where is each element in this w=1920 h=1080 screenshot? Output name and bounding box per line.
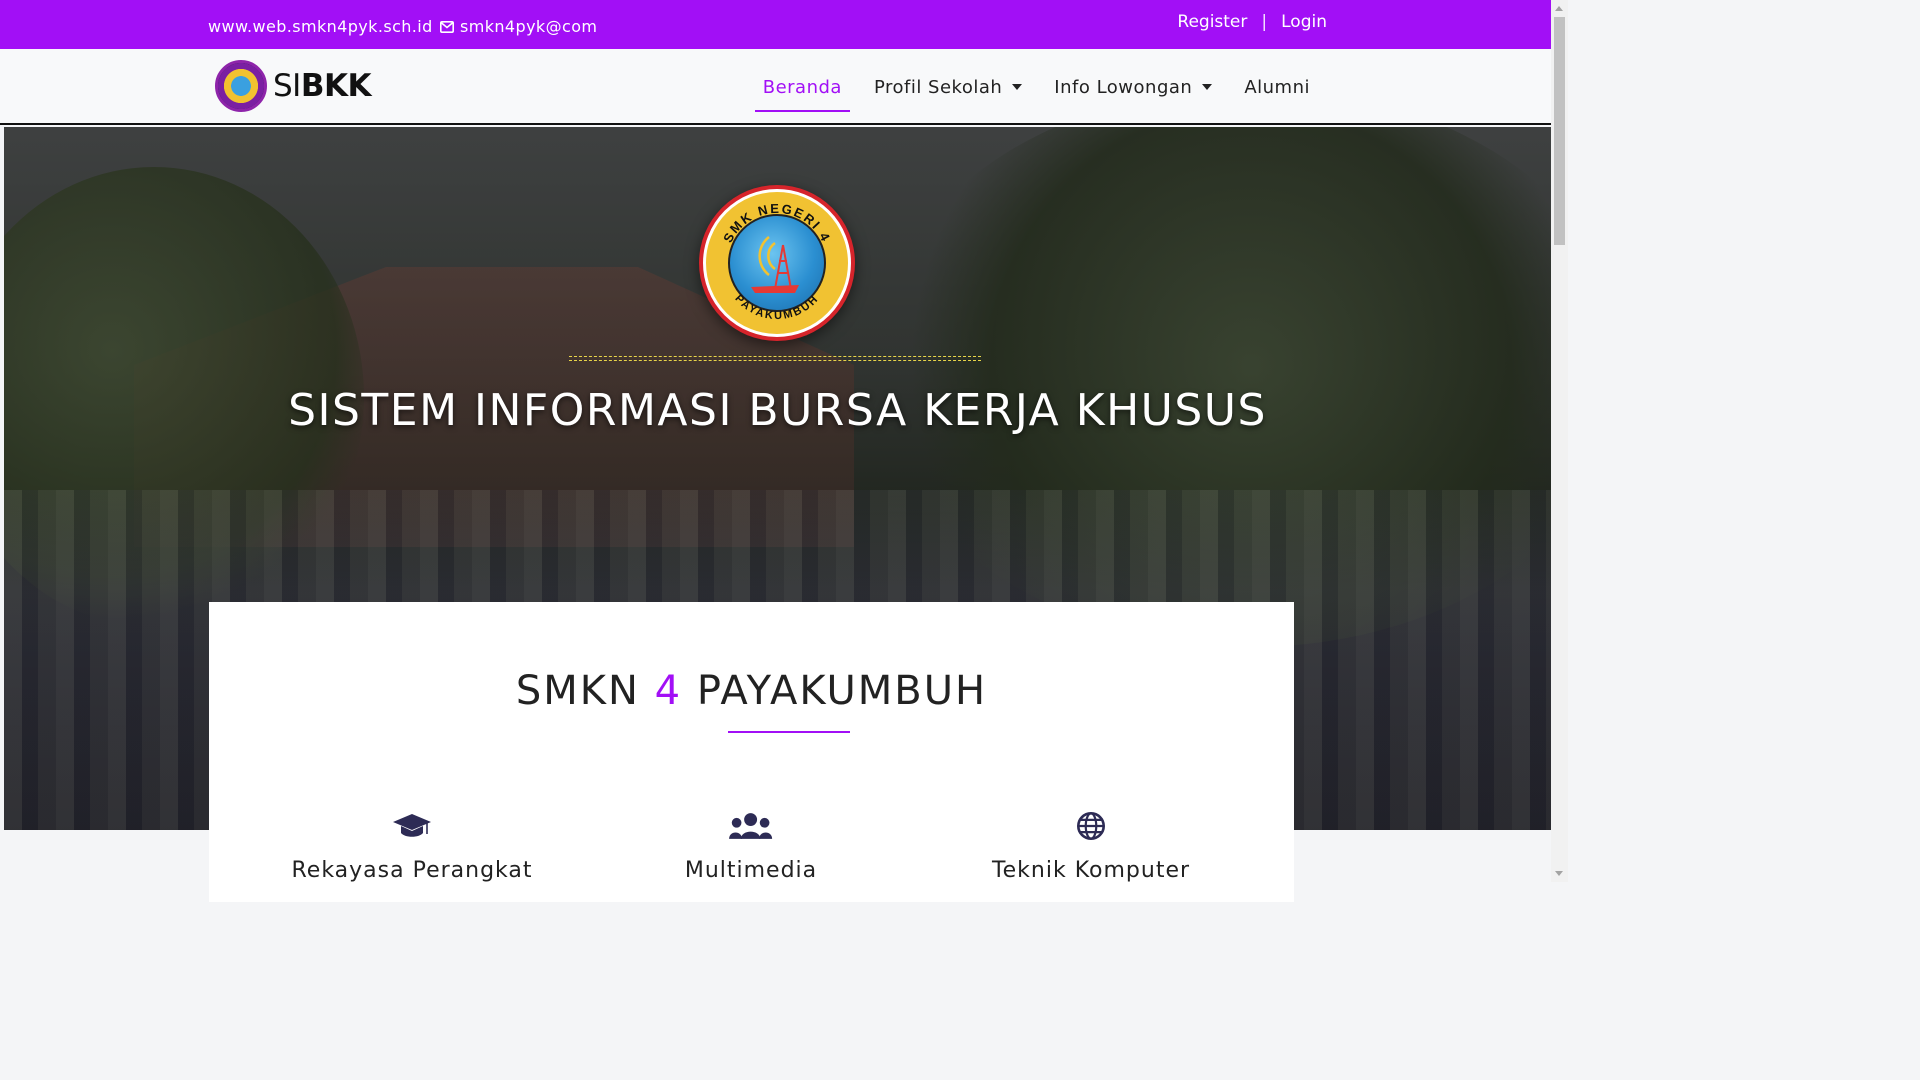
svg-text:SMK NEGERI 4: SMK NEGERI 4: [720, 201, 834, 245]
section-underline: [728, 731, 850, 733]
nav-label: Beranda: [762, 76, 842, 98]
scroll-up-arrow-icon[interactable]: [1555, 6, 1563, 11]
school-info-card: SMKN 4 PAYAKUMBUH Rekayasa Perangkat Mul…: [209, 602, 1294, 902]
feature-teknik-komputer: Teknik Komputer: [941, 810, 1241, 883]
section-title: SMKN 4 PAYAKUMBUH: [209, 668, 1294, 714]
main-navbar: SIBKK Beranda Profil Sekolah Info Lowong…: [0, 49, 1551, 125]
email-text: smkn4pyk@com: [460, 17, 598, 36]
feature-label: Rekayasa Perangkat: [291, 858, 533, 883]
hero-title: SISTEM INFORMASI BURSA KERJA KHUSUS: [288, 385, 1267, 436]
school-logo-icon: [215, 60, 267, 112]
brand-text: SIBKK: [273, 68, 372, 104]
users-icon: [601, 810, 901, 842]
nav-item-profil-sekolah[interactable]: Profil Sekolah: [866, 63, 1030, 112]
hero-school-emblem: SMK NEGERI 4 PAYAKUMBUH: [699, 185, 855, 341]
page-scrollbar[interactable]: [1551, 0, 1568, 882]
top-contact-bar: www.web.smkn4pyk.sch.id smkn4pyk@com Reg…: [0, 0, 1551, 49]
caret-down-icon: [1202, 84, 1213, 90]
auth-links: Register | Login: [1177, 12, 1327, 32]
section-title-after: PAYAKUMBUH: [696, 668, 988, 714]
nav-label: Alumni: [1244, 76, 1310, 98]
nav-label: Info Lowongan: [1054, 76, 1193, 98]
scrollbar-thumb[interactable]: [1554, 17, 1565, 245]
scroll-down-arrow-icon[interactable]: [1555, 871, 1563, 876]
email-link[interactable]: smkn4pyk@com: [440, 17, 597, 36]
website-link[interactable]: www.web.smkn4pyk.sch.id: [208, 17, 433, 36]
nav-menu: Beranda Profil Sekolah Info Lowongan Alu…: [754, 49, 1318, 125]
emblem-lettering: SMK NEGERI 4 PAYAKUMBUH: [720, 201, 834, 323]
caret-down-icon: [1012, 84, 1023, 90]
brand-home-link[interactable]: SIBKK: [215, 60, 372, 112]
brand-prefix: SI: [273, 68, 301, 104]
feature-rekayasa-perangkat: Rekayasa Perangkat: [262, 810, 562, 883]
graduation-cap-icon: [262, 810, 562, 842]
nav-item-info-lowongan[interactable]: Info Lowongan: [1046, 63, 1220, 112]
feature-label: Multimedia: [684, 858, 818, 883]
feature-multimedia: Multimedia: [601, 810, 901, 883]
section-title-before: SMKN: [515, 668, 640, 714]
auth-separator: |: [1261, 12, 1268, 32]
feature-label: Teknik Komputer: [991, 858, 1191, 883]
section-title-number: 4: [654, 668, 683, 714]
globe-icon: [941, 810, 1241, 842]
svg-text:PAYAKUMBUH: PAYAKUMBUH: [732, 293, 821, 323]
login-link[interactable]: Login: [1281, 12, 1327, 32]
register-link[interactable]: Register: [1177, 12, 1247, 32]
envelope-icon: [440, 20, 454, 33]
nav-item-beranda[interactable]: Beranda: [754, 63, 850, 112]
hero-divider: [569, 356, 981, 361]
brand-name: BKK: [300, 68, 372, 104]
nav-label: Profil Sekolah: [873, 76, 1003, 98]
nav-item-alumni[interactable]: Alumni: [1236, 63, 1318, 112]
